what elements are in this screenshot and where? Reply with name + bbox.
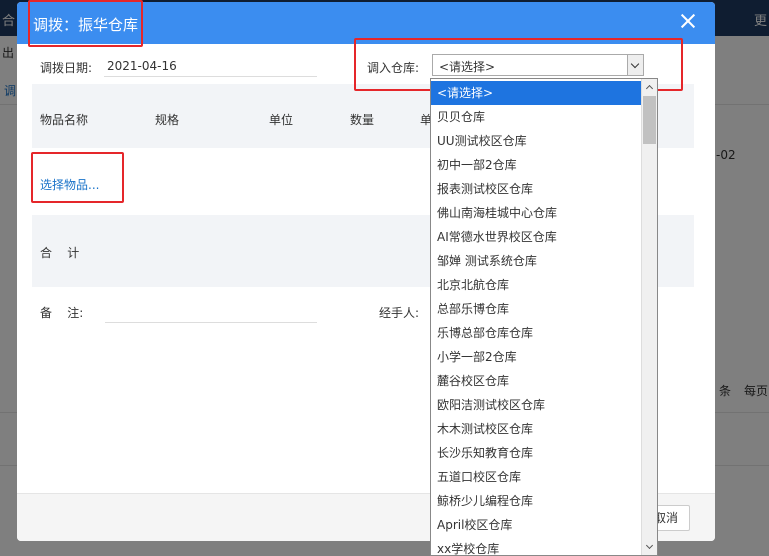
warehouse-dropdown-list: <请选择> 贝贝仓库 UU测试校区仓库 初中一部2仓库 报表测试校区仓库 佛山南海桂城中心… <box>430 78 658 556</box>
warehouse-option[interactable]: <请选择> <box>431 81 642 105</box>
close-icon[interactable] <box>679 12 697 30</box>
highlight-box <box>28 0 143 47</box>
warehouse-option[interactable]: 鲸桥少儿编程仓库 <box>431 489 642 513</box>
scrollbar[interactable] <box>641 79 657 555</box>
warehouse-option[interactable]: 北京北航仓库 <box>431 273 642 297</box>
warehouse-option[interactable]: 贝贝仓库 <box>431 105 642 129</box>
warehouse-option[interactable]: 麓谷校区仓库 <box>431 369 642 393</box>
column-header: 规格 <box>155 113 180 127</box>
column-header: 物品名称 <box>40 113 89 127</box>
scroll-down-icon[interactable] <box>642 539 657 555</box>
column-header: 单位 <box>269 113 294 127</box>
scroll-up-icon[interactable] <box>642 79 657 95</box>
warehouse-option[interactable]: 小学一部2仓库 <box>431 345 642 369</box>
warehouse-option[interactable]: 长沙乐知教育仓库 <box>431 441 642 465</box>
date-label: 调拨日期: <box>40 61 93 75</box>
warehouse-option[interactable]: 木木测试校区仓库 <box>431 417 642 441</box>
warehouse-option[interactable]: April校区仓库 <box>431 513 642 537</box>
handler-label: 经手人: <box>379 306 420 320</box>
remark-label: 备 注: <box>40 306 84 320</box>
warehouse-option[interactable]: UU测试校区仓库 <box>431 129 642 153</box>
highlight-box <box>31 152 124 203</box>
warehouse-option[interactable]: 欧阳洁测试校区仓库 <box>431 393 642 417</box>
scrollbar-thumb[interactable] <box>643 96 656 144</box>
date-field[interactable]: 2021-04-16 <box>107 59 177 73</box>
total-label: 合 计 <box>40 246 80 260</box>
warehouse-option[interactable]: 佛山南海桂城中心仓库 <box>431 201 642 225</box>
warehouse-option[interactable]: 邹婵 测试系统仓库 <box>431 249 642 273</box>
warehouse-option[interactable]: 初中一部2仓库 <box>431 153 642 177</box>
warehouse-option[interactable]: 报表测试校区仓库 <box>431 177 642 201</box>
warehouse-option[interactable]: xx学校仓库 <box>431 537 642 555</box>
warehouse-option[interactable]: 五道口校区仓库 <box>431 465 642 489</box>
warehouse-option[interactable]: 乐博总部仓库仓库 <box>431 321 642 345</box>
date-underline <box>104 76 317 77</box>
warehouse-option[interactable]: AI常德水世界校区仓库 <box>431 225 642 249</box>
remark-field[interactable] <box>105 322 317 323</box>
column-header: 数量 <box>350 113 375 127</box>
warehouse-option[interactable]: 总部乐博仓库 <box>431 297 642 321</box>
